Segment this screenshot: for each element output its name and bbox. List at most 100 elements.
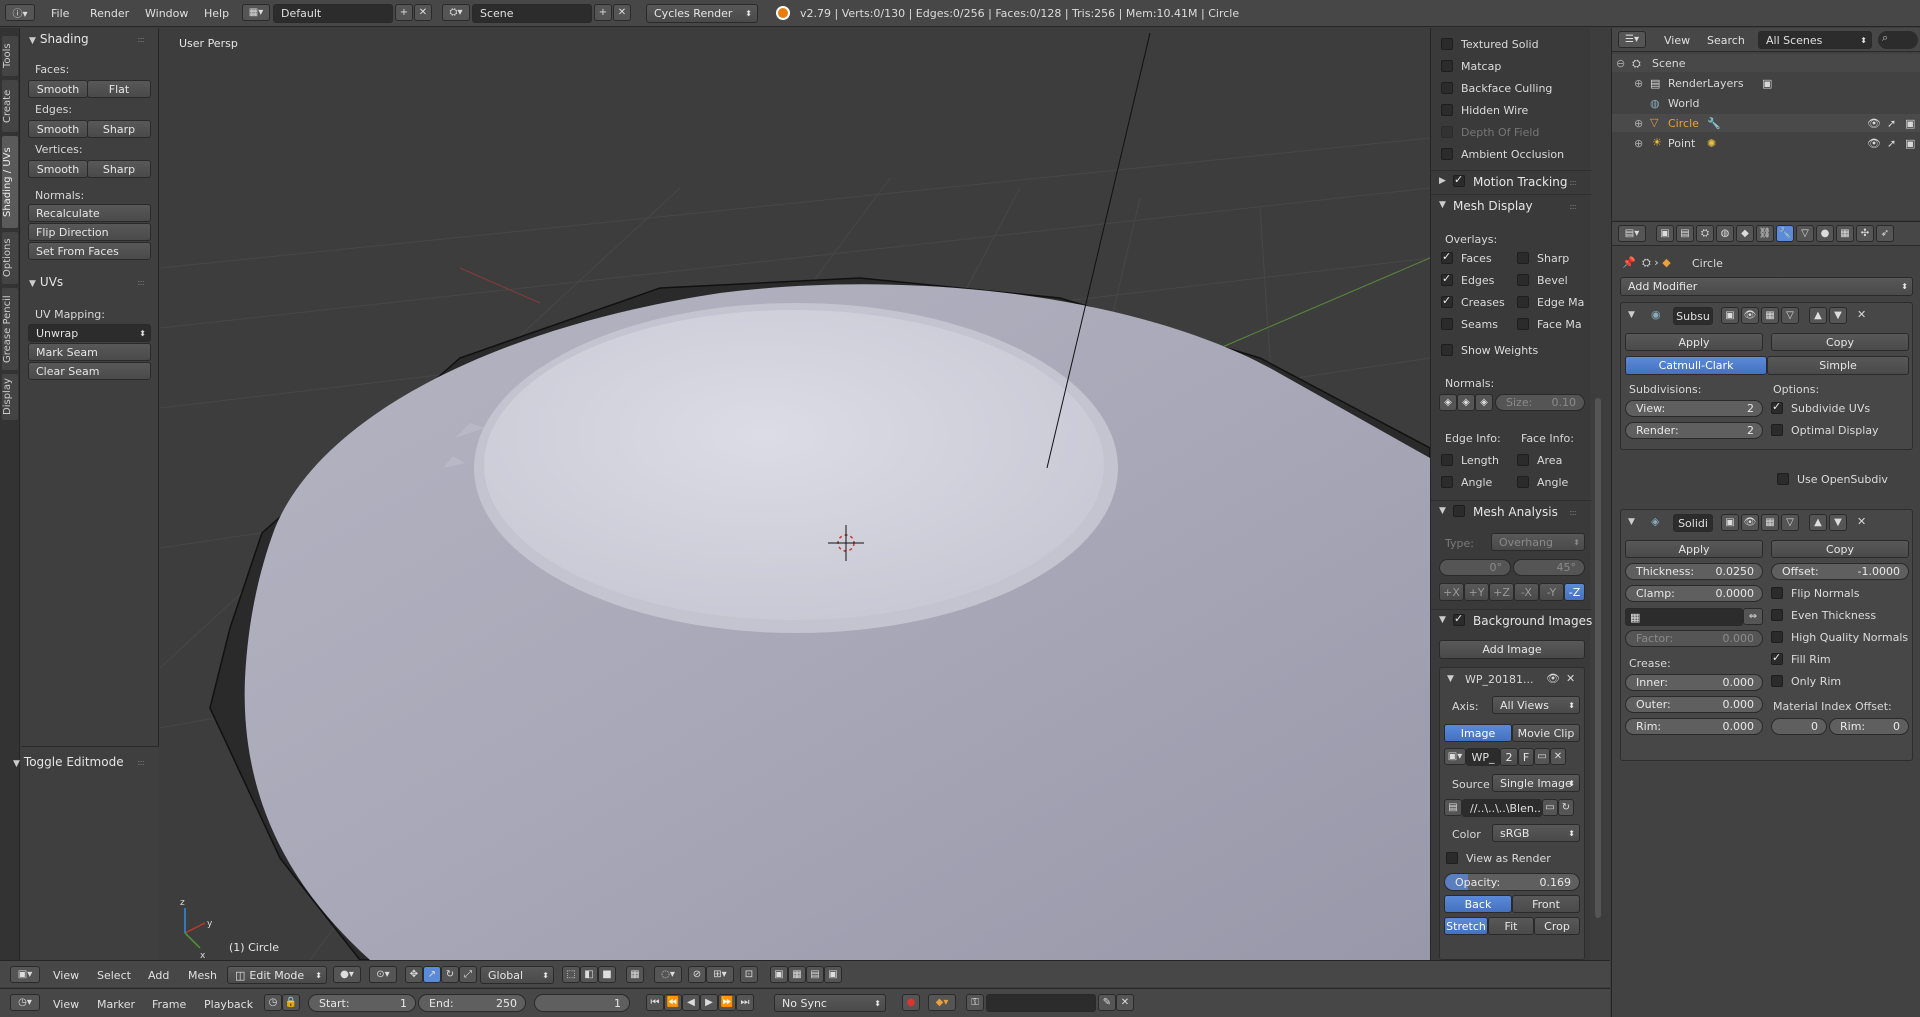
render-toggle-icon[interactable]: ▣ bbox=[1721, 514, 1739, 531]
optimal-display-checkbox[interactable] bbox=[1771, 424, 1783, 436]
modifiers-tab-icon[interactable]: 🔧 bbox=[1776, 225, 1794, 242]
flip-normals-checkbox[interactable] bbox=[1771, 587, 1783, 599]
visibility-eye-icon[interactable]: 👁 bbox=[1867, 117, 1881, 130]
image-name-field[interactable]: WP_ bbox=[1466, 748, 1500, 766]
simple-button[interactable]: Simple bbox=[1767, 356, 1909, 375]
properties-scrollbar[interactable] bbox=[1595, 398, 1601, 918]
matcap-checkbox[interactable] bbox=[1441, 60, 1453, 72]
view-levels-field[interactable]: View: 2 bbox=[1625, 400, 1763, 417]
flip-direction-button[interactable]: Flip Direction bbox=[28, 223, 151, 241]
front-button[interactable]: Front bbox=[1512, 895, 1580, 913]
source-select[interactable]: Single Image ⬍ bbox=[1492, 774, 1580, 792]
screen-layout-icon[interactable]: ▦▾ bbox=[242, 4, 270, 21]
delete-keyframe-icon[interactable]: ✕ bbox=[1116, 994, 1134, 1011]
overlay-edge-marks-checkbox[interactable] bbox=[1517, 296, 1529, 308]
edges-sharp-button[interactable]: Sharp bbox=[87, 120, 151, 138]
axis-select[interactable]: All Views ⬍ bbox=[1492, 696, 1580, 714]
view-as-render-checkbox[interactable] bbox=[1446, 852, 1458, 864]
editmode-toggle-icon[interactable]: ▦ bbox=[1761, 514, 1779, 531]
limit-selection-icon[interactable]: ▦ bbox=[626, 966, 644, 983]
overhang-max-field[interactable]: 45° bbox=[1513, 559, 1585, 576]
add-scene-icon[interactable]: + bbox=[594, 4, 612, 21]
motion-tracking-checkbox[interactable] bbox=[1453, 173, 1465, 187]
subdivide-uvs-checkbox[interactable] bbox=[1771, 400, 1783, 414]
pin-icon[interactable]: 📌 bbox=[1622, 256, 1636, 269]
material-tab-icon[interactable]: ● bbox=[1816, 225, 1834, 242]
timeline-frame-menu[interactable]: Frame bbox=[152, 998, 186, 1011]
face-select-icon[interactable]: ■ bbox=[598, 966, 616, 983]
cage-toggle-icon[interactable]: ▽ bbox=[1781, 514, 1799, 531]
current-frame-field[interactable]: 1 bbox=[534, 994, 630, 1012]
overlay-face-marks-checkbox[interactable] bbox=[1517, 318, 1529, 330]
recalculate-button[interactable]: Recalculate bbox=[28, 204, 151, 222]
invert-vertex-group-icon[interactable]: ⇔ bbox=[1743, 608, 1763, 625]
outliner-row-renderlayers[interactable]: ⊕ ▤ RenderLayers ▣ bbox=[1612, 74, 1920, 92]
edge-length-checkbox[interactable] bbox=[1441, 454, 1453, 466]
faces-smooth-button[interactable]: Smooth bbox=[28, 80, 88, 98]
overlay-faces-checkbox[interactable] bbox=[1441, 250, 1453, 264]
view3d-select-menu[interactable]: Select bbox=[97, 969, 131, 982]
viewport-3d[interactable]: z y x User Persp (1) Circle bbox=[160, 28, 1430, 960]
ambient-occlusion-checkbox[interactable] bbox=[1441, 148, 1453, 160]
viewport-toggle-icon[interactable]: 👁 bbox=[1741, 514, 1759, 531]
axis-pos-z-button[interactable]: +Z bbox=[1489, 583, 1514, 601]
fit-button[interactable]: Fit bbox=[1488, 917, 1534, 935]
add-image-button[interactable]: Add Image bbox=[1439, 640, 1585, 659]
mesh-analysis-header[interactable]: ▼ Mesh Analysis :::: bbox=[1431, 500, 1591, 522]
even-thickness-checkbox[interactable] bbox=[1771, 609, 1783, 621]
scene-icon[interactable]: ⛭▾ bbox=[442, 4, 470, 21]
sync-mode-select[interactable]: No Sync ⬍ bbox=[774, 994, 886, 1012]
hidden-wire-checkbox[interactable] bbox=[1441, 104, 1453, 116]
jump-keyframe-back-icon[interactable]: ⏪ bbox=[664, 994, 682, 1011]
view3d-mesh-menu[interactable]: Mesh bbox=[188, 969, 217, 982]
collapse-triangle-icon[interactable]: ▼ bbox=[1447, 674, 1454, 684]
crease-inner-field[interactable]: Inner: 0.000 bbox=[1625, 674, 1763, 691]
image-browse-icon[interactable]: ▣▾ bbox=[1444, 748, 1466, 765]
outliner-row-point[interactable]: ⊕ ☀ Point ✺ 👁 ➚ ▣ bbox=[1612, 134, 1920, 152]
scene-tab-icon[interactable]: ⛭ bbox=[1696, 225, 1714, 242]
solidify-copy-button[interactable]: Copy bbox=[1771, 540, 1909, 558]
show-weights-checkbox[interactable] bbox=[1441, 344, 1453, 356]
render-layers-tab-icon[interactable]: ▤ bbox=[1676, 225, 1694, 242]
vertex-normals-icon[interactable]: ◈ bbox=[1439, 394, 1457, 411]
outliner-row-world[interactable]: ◍ World bbox=[1612, 94, 1920, 112]
factor-field[interactable]: Factor: 0.000 bbox=[1625, 630, 1763, 647]
fake-user-button[interactable]: F bbox=[1518, 748, 1534, 766]
fill-rim-checkbox[interactable] bbox=[1771, 651, 1783, 665]
drag-grip-icon[interactable]: :::: bbox=[137, 35, 145, 44]
mark-seam-button[interactable]: Mark Seam bbox=[28, 343, 151, 361]
drag-grip-icon[interactable]: :::: bbox=[137, 278, 145, 287]
snap-toggle-icon[interactable]: ⊘ bbox=[688, 966, 706, 983]
browse-file-icon[interactable]: ▭ bbox=[1542, 799, 1558, 816]
auto-keying-icon[interactable]: ● bbox=[902, 994, 920, 1011]
expand-icon[interactable]: ⊕ bbox=[1634, 137, 1643, 150]
scene-field[interactable]: Scene bbox=[472, 4, 592, 23]
render-tab-icon[interactable]: ▣ bbox=[1656, 225, 1674, 242]
overlay-sharp-checkbox[interactable] bbox=[1517, 252, 1529, 264]
remove-modifier-icon[interactable]: ✕ bbox=[1857, 308, 1866, 321]
set-from-faces-button[interactable]: Set From Faces bbox=[28, 242, 151, 260]
snap-target-icon[interactable]: ⊡ bbox=[740, 966, 758, 983]
view3d-view-menu[interactable]: View bbox=[53, 969, 79, 982]
move-up-icon[interactable]: ▲ bbox=[1809, 307, 1827, 324]
translate-manipulator-icon[interactable]: ↗ bbox=[423, 966, 441, 983]
outliner-view-menu[interactable]: View bbox=[1664, 34, 1690, 47]
camera-icon[interactable]: ▣ bbox=[824, 966, 842, 983]
scale-manipulator-icon[interactable]: ⤢ bbox=[459, 966, 477, 983]
visibility-eye-icon[interactable]: 👁 bbox=[1546, 672, 1560, 685]
clear-seam-button[interactable]: Clear Seam bbox=[28, 362, 151, 380]
menu-window[interactable]: Window bbox=[145, 7, 188, 20]
drag-grip-icon[interactable]: :::: bbox=[1569, 202, 1577, 211]
reload-image-icon[interactable]: ↻ bbox=[1558, 799, 1574, 816]
textured-solid-checkbox[interactable] bbox=[1441, 38, 1453, 50]
end-frame-field[interactable]: End: 250 bbox=[418, 994, 526, 1012]
source-image-button[interactable]: Image bbox=[1444, 724, 1512, 742]
insert-keyframe-icon[interactable]: ✎ bbox=[1098, 994, 1116, 1011]
use-opensubdiv-checkbox[interactable] bbox=[1777, 473, 1789, 485]
viewport-shading-icon[interactable]: ●▾ bbox=[333, 966, 361, 983]
timeline-editor-icon[interactable]: ◷▾ bbox=[10, 994, 40, 1011]
outliner-row-scene[interactable]: ⊖ ⛭ Scene bbox=[1612, 54, 1920, 72]
color-space-select[interactable]: sRGB ⬍ bbox=[1492, 824, 1580, 842]
outliner-editor-icon[interactable]: ☰▾ bbox=[1618, 31, 1646, 48]
move-down-icon[interactable]: ▼ bbox=[1829, 514, 1847, 531]
